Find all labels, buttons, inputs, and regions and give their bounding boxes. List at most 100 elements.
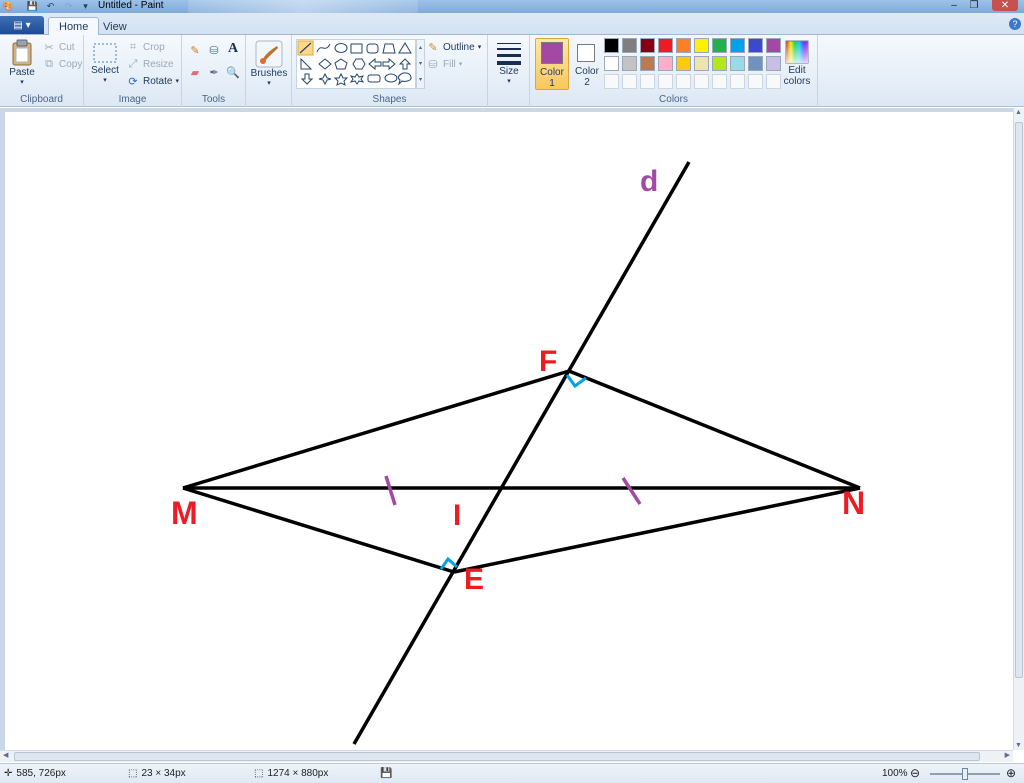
close-button[interactable]: ✕ <box>992 0 1018 11</box>
fill-dropdown-icon: ▾ <box>458 61 463 68</box>
minimize-button[interactable]: – <box>944 0 964 11</box>
paint-menu-button[interactable]: ▤ ▾ <box>0 16 44 34</box>
palette-swatch[interactable] <box>748 38 763 53</box>
palette-swatch[interactable] <box>766 74 781 89</box>
title-bar-background <box>188 0 418 13</box>
rotate-label: Rotate <box>143 75 173 87</box>
text-icon[interactable]: A <box>226 41 240 56</box>
palette-swatch[interactable] <box>766 38 781 53</box>
brushes-dropdown-icon: ▾ <box>267 80 271 87</box>
select-button[interactable]: Select ▾ <box>90 41 120 84</box>
color-picker-icon[interactable]: ✒ <box>207 65 221 79</box>
redo-icon[interactable]: ↷ <box>62 0 75 13</box>
palette-swatch[interactable] <box>676 38 691 53</box>
color1-button[interactable]: Color 1 <box>535 38 569 90</box>
palette-swatch[interactable] <box>604 56 619 71</box>
palette-swatch[interactable] <box>712 74 727 89</box>
palette-swatch[interactable] <box>658 56 673 71</box>
palette-swatch[interactable] <box>658 38 673 53</box>
paste-button[interactable]: Paste ▾ <box>8 39 36 86</box>
zoom-out-icon[interactable]: ⊖ <box>910 766 920 780</box>
scroll-right-icon[interactable]: ▶ <box>1005 751 1010 759</box>
shapes-group: ▴ ▾ ▾ ✎ Outline ▾ ⛁ Fill ▾ Shapes <box>292 35 488 107</box>
rotate-button[interactable]: ⟳ Rotate ▾ <box>126 74 179 88</box>
palette-swatch[interactable] <box>694 38 709 53</box>
paint-app-icon[interactable]: 🎨 <box>2 0 15 13</box>
palette-swatch[interactable] <box>640 74 655 89</box>
help-icon[interactable]: ? <box>1009 18 1021 30</box>
palette-swatch[interactable] <box>730 74 745 89</box>
horizontal-scroll-thumb[interactable] <box>14 752 980 761</box>
edit-colors-label: Edit <box>788 65 806 76</box>
palette-swatch[interactable] <box>604 74 619 89</box>
palette-swatch[interactable] <box>658 74 673 89</box>
copy-button[interactable]: ⧉ Copy <box>42 57 82 71</box>
palette-swatch[interactable] <box>676 56 691 71</box>
palette-swatch[interactable] <box>640 56 655 71</box>
edit-colors-button[interactable]: Edit colors <box>780 39 814 87</box>
palette-swatch[interactable] <box>640 38 655 53</box>
palette-swatch[interactable] <box>622 74 637 89</box>
palette-swatch[interactable] <box>676 74 691 89</box>
palette-swatch[interactable] <box>622 38 637 53</box>
palette-swatch[interactable] <box>712 56 727 71</box>
palette-swatch[interactable] <box>622 56 637 71</box>
clipboard-group: Paste ▾ ✂ Cut ⧉ Copy Clipboard <box>0 35 84 107</box>
undo-icon[interactable]: ↶ <box>44 0 57 13</box>
size-button[interactable]: Size ▾ <box>494 40 524 85</box>
vertical-scrollbar[interactable]: ▲ ▼ <box>1013 108 1024 750</box>
zoom-slider-thumb[interactable] <box>962 768 968 780</box>
size-label: Size <box>499 66 519 77</box>
magnifier-icon[interactable]: 🔍 <box>226 65 240 79</box>
palette-swatch[interactable] <box>730 56 745 71</box>
tab-view[interactable]: View <box>93 17 137 36</box>
palette-swatch[interactable] <box>604 38 619 53</box>
vertical-scroll-thumb[interactable] <box>1015 122 1023 678</box>
segment-FN <box>568 369 861 490</box>
maximize-button[interactable]: ❐ <box>964 0 984 11</box>
color2-number: 2 <box>584 77 590 88</box>
horizontal-scrollbar[interactable]: ◀ ▶ <box>0 750 1013 762</box>
palette-swatch[interactable] <box>748 74 763 89</box>
cut-label: Cut <box>59 41 75 53</box>
palette-swatch[interactable] <box>712 38 727 53</box>
crop-label: Crop <box>143 41 165 53</box>
scroll-down-icon[interactable]: ▼ <box>1015 742 1022 749</box>
resize-button[interactable]: ⤢ Resize <box>126 57 174 71</box>
rotate-dropdown-icon: ▾ <box>175 78 179 85</box>
color2-button[interactable]: Color 2 <box>572 38 602 90</box>
selection-size-text: 23 × 34px <box>141 768 186 779</box>
paste-dropdown-icon[interactable]: ▾ <box>20 78 24 86</box>
shapes-gallery-scroll[interactable]: ▴ ▾ ▾ <box>416 39 425 89</box>
palette-swatch[interactable] <box>694 56 709 71</box>
crop-button[interactable]: ⌗ Crop <box>126 40 165 54</box>
outline-button[interactable]: ✎ Outline ▾ <box>426 40 481 54</box>
fill-bucket-icon[interactable]: ⛁ <box>207 43 221 57</box>
zoom-in-icon[interactable]: ⊕ <box>1006 766 1016 780</box>
palette-swatch[interactable] <box>766 56 781 71</box>
label-N: N <box>842 485 865 521</box>
scroll-left-icon[interactable]: ◀ <box>3 751 8 759</box>
ribbon: Paste ▾ ✂ Cut ⧉ Copy Clipboard Select ▾ … <box>0 35 1024 107</box>
palette-swatch[interactable] <box>748 56 763 71</box>
color2-swatch <box>577 44 595 62</box>
label-E: E <box>464 563 484 596</box>
drawing-canvas[interactable]: d F M I E N <box>5 112 1013 750</box>
eraser-icon[interactable]: ▰ <box>188 65 202 79</box>
brushes-button[interactable]: Brushes ▾ <box>251 40 287 87</box>
select-label: Select <box>91 65 119 76</box>
canvas-size: ⬚ 1274 × 880px <box>254 768 328 779</box>
select-dropdown-icon[interactable]: ▾ <box>103 76 107 84</box>
fill-icon: ⛁ <box>428 58 438 71</box>
palette-swatch[interactable] <box>694 74 709 89</box>
scroll-up-icon[interactable]: ▲ <box>1015 109 1022 116</box>
customize-quick-access-icon[interactable]: ▾ <box>79 0 92 13</box>
save-icon[interactable]: 💾 <box>26 0 39 13</box>
cut-button[interactable]: ✂ Cut <box>42 40 75 54</box>
fill-button[interactable]: ⛁ Fill ▾ <box>426 57 462 71</box>
tab-home[interactable]: Home <box>48 17 100 36</box>
selection-size: ⬚ 23 × 34px <box>128 768 186 779</box>
rotate-icon: ⟳ <box>128 75 138 88</box>
palette-swatch[interactable] <box>730 38 745 53</box>
pencil-icon[interactable]: ✎ <box>188 43 202 57</box>
